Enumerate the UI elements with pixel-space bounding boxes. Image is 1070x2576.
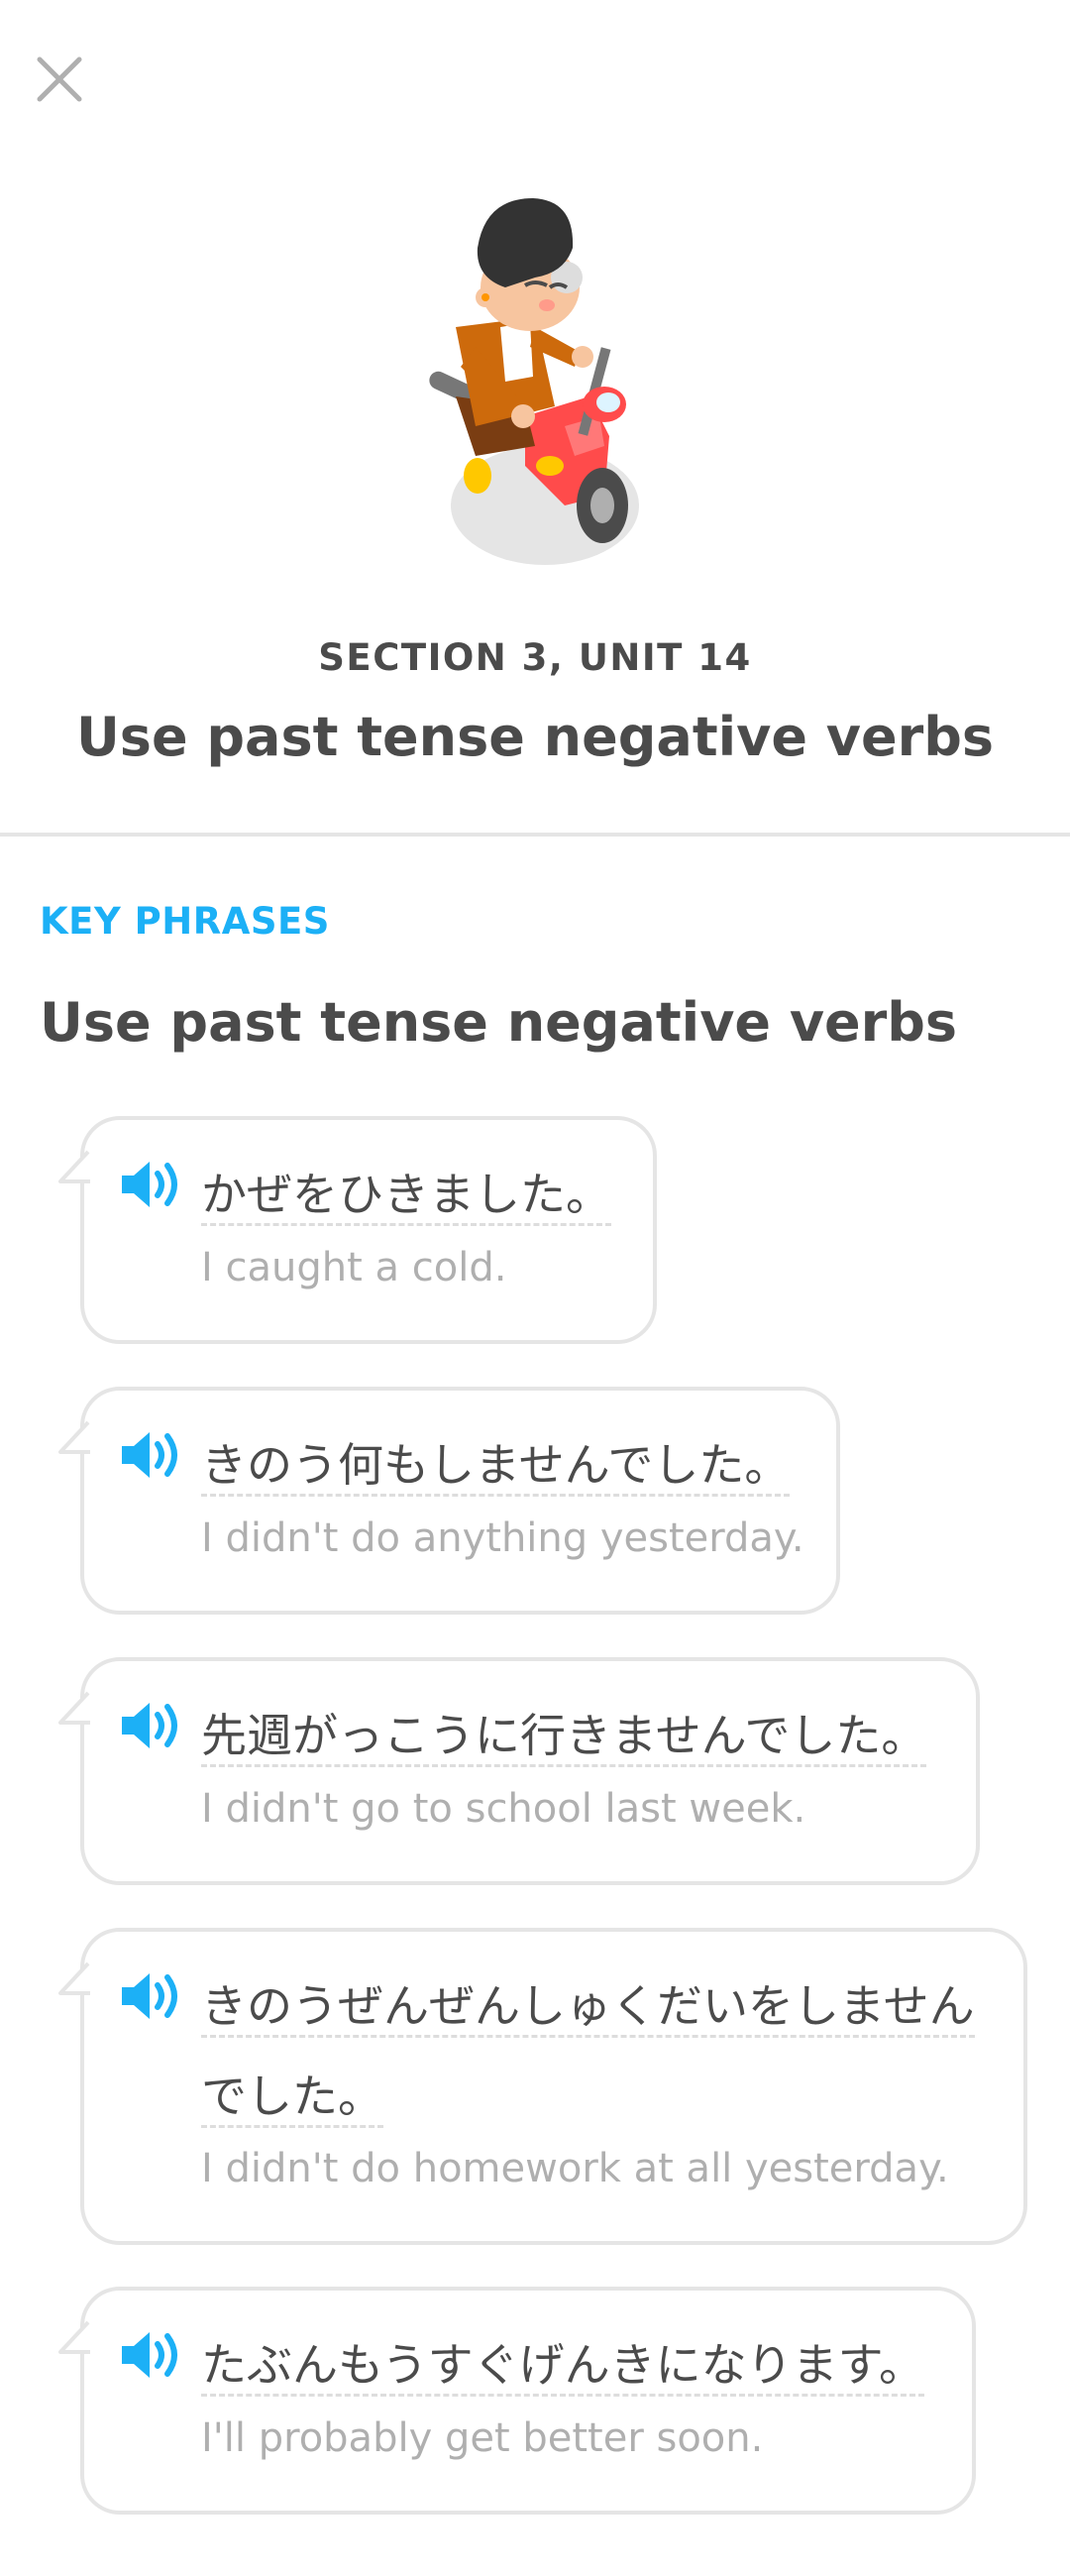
phrase-card: たぶんもうすぐげんきになります。 I'll probably get bette… [58, 2287, 976, 2515]
phrase-japanese[interactable]: かぜをひきました。 [201, 1168, 611, 1226]
speaker-icon [122, 1162, 177, 1207]
phrase-card: きのう何もしませんでした。 I didn't do anything yeste… [58, 1387, 840, 1615]
section-label: SECTION 3, UNIT 14 [318, 636, 752, 679]
speaker-button[interactable] [120, 1699, 183, 1752]
speaker-icon [122, 1973, 177, 2019]
speaker-button[interactable] [120, 1428, 183, 1482]
phrase-japanese[interactable]: たぶんもうすぐげんきになります。 [201, 2338, 925, 2397]
bubble-tail [58, 1420, 90, 1454]
close-button[interactable] [34, 54, 85, 105]
phrase-translation: I'll probably get better soon. [201, 2415, 764, 2461]
bubble-tail [58, 1691, 90, 1725]
phrase-translation: I didn't do homework at all yesterday. [201, 2146, 949, 2191]
divider [0, 833, 1070, 837]
phrase-translation: I didn't go to school last week. [201, 1786, 806, 1832]
phrase-japanese[interactable]: きのうぜんぜんしゅくだいをしません [201, 1979, 975, 2038]
phrase-translation: I caught a cold. [201, 1245, 507, 1290]
speaker-icon [122, 1703, 177, 1748]
unit-title: Use past tense negative verbs [75, 706, 995, 768]
bubble-tail [58, 1150, 90, 1183]
speaker-button[interactable] [120, 1158, 183, 1211]
phrase-translation: I didn't do anything yesterday. [201, 1515, 804, 1561]
phrase-card: かぜをひきました。 I caught a cold. [58, 1116, 657, 1344]
bubble-tail [58, 1961, 90, 1995]
phrase-japanese-continued[interactable]: でした。 [201, 2070, 383, 2128]
character-illustration [416, 178, 654, 585]
speaker-icon [122, 2332, 177, 2378]
phrase-japanese[interactable]: きのう何もしませんでした。 [201, 1438, 791, 1497]
speaker-button[interactable] [120, 1969, 183, 2023]
bubble-tail [58, 2320, 90, 2354]
phrase-card: きのうぜんぜんしゅくだいをしません でした。 I didn't do homewo… [58, 1928, 1027, 2245]
speaker-button[interactable] [120, 2328, 183, 2382]
speaker-icon [122, 1432, 177, 1478]
key-phrases-label: KEY PHRASES [40, 900, 330, 943]
phrase-japanese[interactable]: 先週がっこうに行きませんでした。 [201, 1709, 927, 1767]
close-icon [37, 56, 82, 102]
key-phrases-title: Use past tense negative verbs [40, 991, 958, 1054]
phrase-card: 先週がっこうに行きませんでした。 I didn't go to school l… [58, 1657, 980, 1885]
